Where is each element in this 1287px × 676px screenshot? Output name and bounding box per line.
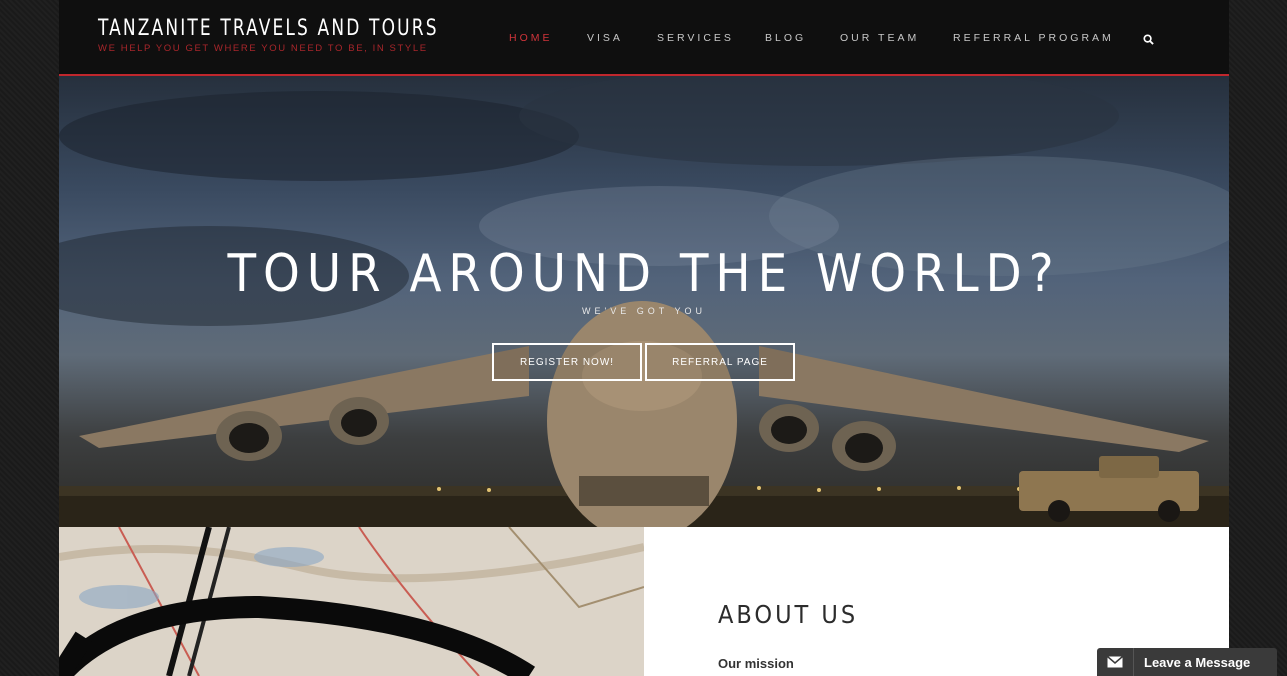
hero-subtitle: WE'VE GOT YOU	[582, 306, 706, 316]
page-wrapper: TANZANITE TRAVELS AND TOURS WE HELP YOU …	[59, 0, 1229, 676]
mission-heading: Our mission	[718, 656, 794, 671]
nav-blog[interactable]: BLOG	[765, 32, 806, 44]
nav-services[interactable]: SERVICES	[657, 32, 734, 44]
nav-home[interactable]: HOME	[509, 32, 553, 44]
map-image	[59, 527, 644, 676]
nav-our-team[interactable]: OUR TEAM	[840, 32, 919, 44]
nav-visa[interactable]: VISA	[587, 32, 623, 44]
leave-message-label: Leave a Message	[1144, 654, 1251, 670]
register-now-button[interactable]: REGISTER NOW!	[492, 343, 642, 381]
about-title: ABOUT US	[718, 600, 859, 629]
site-tagline: WE HELP YOU GET WHERE YOU NEED TO BE, IN…	[98, 43, 428, 54]
search-icon[interactable]	[1143, 32, 1157, 46]
hero-banner: TOUR AROUND THE WORLD? WE'VE GOT YOU REG…	[59, 76, 1229, 527]
referral-page-button[interactable]: REFERRAL PAGE	[645, 343, 795, 381]
site-title[interactable]: TANZANITE TRAVELS AND TOURS	[98, 16, 439, 41]
envelope-icon	[1097, 648, 1134, 676]
hero-title: TOUR AROUND THE WORLD?	[227, 244, 1061, 304]
leave-message-widget[interactable]: Leave a Message	[1097, 648, 1277, 676]
brand[interactable]: TANZANITE TRAVELS AND TOURS WE HELP YOU …	[98, 16, 494, 54]
nav-referral-program[interactable]: REFERRAL PROGRAM	[953, 32, 1114, 44]
site-header: TANZANITE TRAVELS AND TOURS WE HELP YOU …	[59, 0, 1229, 76]
